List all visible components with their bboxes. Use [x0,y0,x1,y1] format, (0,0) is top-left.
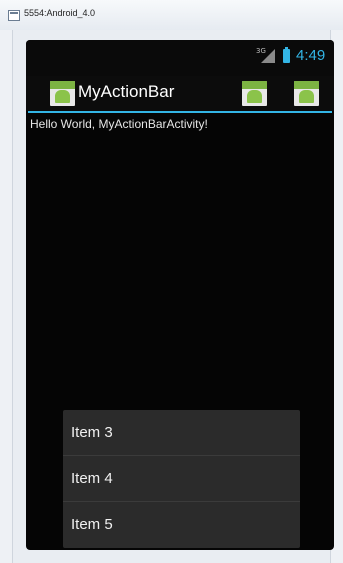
signal-icon [261,49,275,63]
overflow-menu: Item 3 Item 4 Item 5 [63,410,300,548]
android-robot-icon [55,90,70,103]
window-app-icon [8,10,20,21]
android-robot-icon [299,90,314,103]
menu-item-5[interactable]: Item 5 [63,502,300,547]
battery-icon [283,47,290,63]
hello-text: Hello World, MyActionBarActivity! [30,117,208,131]
action-bar-divider [28,111,332,113]
action-bar-title: MyActionBar [78,82,175,101]
action-icon-top [294,81,319,89]
action-icon[interactable] [242,81,267,106]
android-screen: 3G 4:49 MyActionBar Hello World, MyActio… [26,40,334,550]
status-bar: 3G 4:49 [26,40,334,76]
action-icon[interactable] [294,81,319,106]
android-robot-icon [247,90,262,103]
emulator-titlebar: 5554:Android_4.0 [0,0,343,31]
menu-item-4[interactable]: Item 4 [63,456,300,501]
action-icon-top [242,81,267,89]
emulator-left-edge [0,30,13,563]
status-time: 4:49 [296,47,326,64]
emulator-title: 5554:Android_4.0 [24,8,96,18]
app-icon-top [50,81,75,89]
app-icon[interactable] [50,81,75,106]
menu-item-3[interactable]: Item 3 [63,410,300,455]
